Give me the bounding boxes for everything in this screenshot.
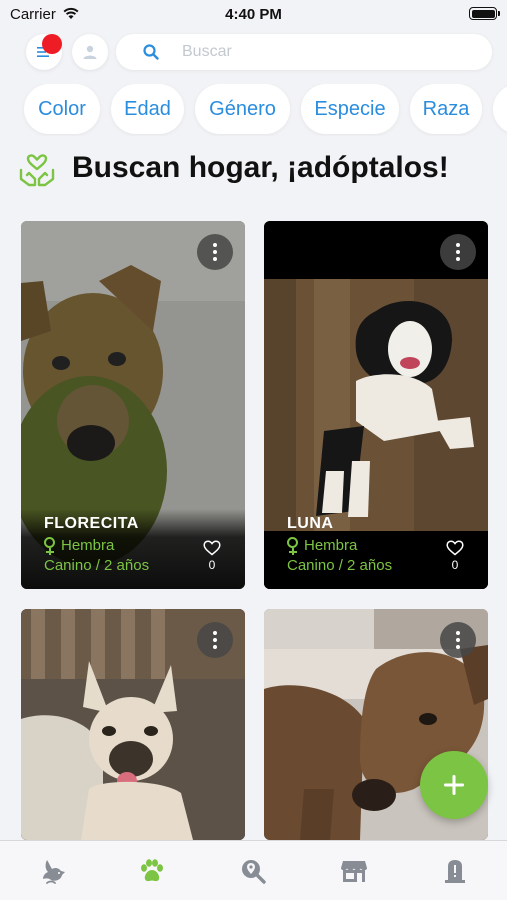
store-icon bbox=[341, 861, 367, 882]
more-vertical-icon bbox=[213, 631, 217, 649]
paw-icon bbox=[141, 859, 163, 882]
more-vertical-icon bbox=[213, 243, 217, 261]
more-options-button[interactable] bbox=[440, 622, 476, 658]
pet-species-age: Canino / 2 años bbox=[44, 557, 150, 574]
female-icon bbox=[287, 537, 298, 555]
pet-card-luna[interactable]: LUNA Hembra Canino / 2 años 0 bbox=[264, 221, 488, 589]
pet-card-3[interactable] bbox=[21, 609, 245, 840]
female-icon bbox=[44, 537, 55, 555]
filter-chip-color[interactable]: Color bbox=[24, 84, 100, 134]
like-count: 0 bbox=[451, 558, 459, 572]
search-bar[interactable] bbox=[116, 34, 492, 70]
pet-sex-label: Hembra bbox=[304, 537, 358, 554]
filter-chip-edad[interactable]: Edad bbox=[111, 84, 184, 134]
plus-icon bbox=[444, 775, 464, 795]
heart-icon bbox=[203, 540, 221, 556]
page-title: Buscan hogar, ¡adóptalos! bbox=[72, 151, 449, 184]
pet-name: LUNA bbox=[287, 515, 334, 532]
tab-adopt[interactable] bbox=[132, 851, 172, 891]
battery-icon bbox=[469, 7, 500, 20]
pet-name: FLORECITA bbox=[44, 515, 139, 532]
pet-sex: Hembra bbox=[287, 537, 358, 555]
like-button[interactable]: 0 bbox=[201, 540, 223, 572]
filter-chip-more[interactable] bbox=[493, 84, 507, 134]
like-count: 0 bbox=[208, 558, 216, 572]
like-button[interactable]: 0 bbox=[444, 540, 466, 572]
more-vertical-icon bbox=[456, 631, 460, 649]
more-vertical-icon bbox=[456, 243, 460, 261]
tab-memorial[interactable] bbox=[435, 851, 475, 891]
add-pet-button[interactable] bbox=[420, 751, 488, 819]
tab-store[interactable] bbox=[334, 851, 374, 891]
memorial-icon bbox=[445, 860, 465, 883]
tab-bar bbox=[0, 840, 507, 900]
status-bar: Carrier 4:40 PM bbox=[0, 0, 507, 30]
search-icon bbox=[143, 44, 159, 60]
filter-chip-genero[interactable]: Género bbox=[195, 84, 290, 134]
status-time: 4:40 PM bbox=[225, 6, 282, 23]
more-options-button[interactable] bbox=[440, 234, 476, 270]
search-location-icon bbox=[242, 860, 266, 884]
heart-hands-icon bbox=[19, 154, 55, 187]
search-input[interactable] bbox=[182, 34, 472, 70]
filter-chip-especie[interactable]: Especie bbox=[301, 84, 399, 134]
filter-chips: Color Edad Género Especie Raza bbox=[0, 84, 507, 136]
pet-sex: Hembra bbox=[44, 537, 115, 555]
user-icon bbox=[83, 45, 97, 59]
pet-card-florecita[interactable]: FLORECITA Hembra Canino / 2 años 0 bbox=[21, 221, 245, 589]
filter-chip-raza[interactable]: Raza bbox=[410, 84, 482, 134]
notification-badge bbox=[42, 34, 62, 54]
dove-icon bbox=[43, 860, 65, 884]
pet-sex-label: Hembra bbox=[61, 537, 115, 554]
tab-search-location[interactable] bbox=[233, 851, 273, 891]
tab-dove[interactable] bbox=[32, 851, 72, 891]
more-options-button[interactable] bbox=[197, 622, 233, 658]
profile-button[interactable] bbox=[72, 34, 108, 70]
pet-species-age: Canino / 2 años bbox=[287, 557, 393, 574]
more-options-button[interactable] bbox=[197, 234, 233, 270]
heart-icon bbox=[446, 540, 464, 556]
